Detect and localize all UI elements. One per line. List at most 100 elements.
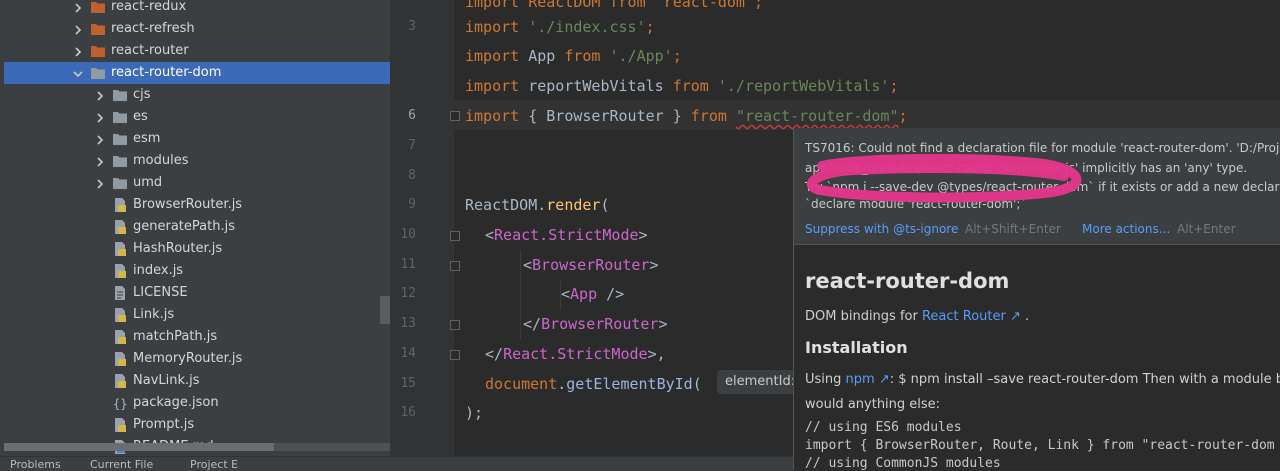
tree-item[interactable]: LICENSE — [4, 282, 390, 304]
external-link-icon: ↗ — [1010, 309, 1021, 324]
identifier-token: ReactDOM. — [465, 196, 547, 214]
tree-item[interactable]: cjs — [4, 84, 390, 106]
code-line-5[interactable]: import reportWebVitals from './reportWeb… — [465, 76, 899, 96]
tree-vertical-scrollbar[interactable] — [380, 296, 390, 324]
js-file-icon — [112, 197, 128, 213]
code-line-13[interactable]: </BrowserRouter> — [523, 314, 668, 334]
chevron-down-icon[interactable] — [72, 66, 84, 80]
code-line-12[interactable]: <App /> — [561, 284, 624, 304]
tree-item-label: LICENSE — [133, 285, 188, 300]
doc-text: Using — [805, 372, 842, 387]
punct-token: . — [557, 375, 567, 393]
error-string-token[interactable]: "react-router-dom" — [736, 107, 899, 125]
npm-link[interactable]: npm ↗ — [846, 372, 890, 387]
fold-marker[interactable] — [450, 261, 460, 271]
error-message-line: TS7016: Could not find a declaration fil… — [805, 141, 1280, 155]
tree-item-label: react-router-dom — [111, 65, 222, 80]
function-token: render — [546, 196, 601, 214]
tree-item[interactable]: react-router-dom — [4, 62, 390, 84]
tree-item[interactable]: Prompt.js — [4, 414, 390, 436]
react-router-link[interactable]: React Router ↗ — [922, 309, 1021, 324]
line-number: 6 — [408, 108, 416, 123]
punct-token: > — [649, 256, 659, 274]
more-actions-link[interactable]: More actions... — [1082, 222, 1170, 237]
tree-item-label: NavLink.js — [133, 373, 200, 388]
code-line-11[interactable]: <BrowserRouter> — [523, 255, 658, 275]
tree-item-label: Link.js — [133, 307, 175, 322]
code-line-16[interactable]: ); — [465, 403, 483, 423]
doc-code-line: // using CommonJS modules — [805, 456, 1001, 470]
punct-token: ; — [898, 107, 908, 125]
punct-token: ; — [672, 47, 682, 65]
line-number: 3 — [408, 19, 416, 34]
suppress-ts-ignore-action[interactable]: Suppress with @ts-ignore — [805, 222, 958, 237]
tree-item[interactable]: NavLink.js — [4, 370, 390, 392]
chevron-right-icon[interactable] — [72, 44, 84, 58]
tree-item[interactable]: Link.js — [4, 304, 390, 326]
text-file-icon — [112, 285, 128, 301]
jsx-tag-token: React.StrictMode — [503, 345, 648, 363]
string-token: './App' — [609, 47, 673, 65]
punct-token: < — [485, 226, 495, 244]
keyword-token: import — [465, 107, 520, 125]
doc-code-line: // using ES6 modules — [805, 420, 962, 435]
string-token: './reportWebVitals' — [717, 77, 890, 95]
chevron-right-icon[interactable] — [72, 0, 84, 14]
punct-token: < — [561, 285, 571, 303]
tree-item[interactable]: BrowserRouter.js — [4, 194, 390, 216]
code-line-10[interactable]: <React.StrictMode> — [485, 225, 648, 245]
fold-marker[interactable] — [450, 350, 460, 360]
link-text: npm — [845, 372, 875, 387]
tree-horizontal-scrollbar[interactable] — [4, 443, 274, 451]
chevron-right-icon[interactable] — [94, 88, 106, 102]
code-line-14[interactable]: </React.StrictMode>, — [485, 344, 666, 364]
tree-item[interactable]: react-redux — [4, 0, 390, 18]
tree-item[interactable]: react-refresh — [4, 18, 390, 40]
code-line-15[interactable]: document.getElementById( — [485, 374, 702, 394]
tree-item[interactable]: umd — [4, 172, 390, 194]
code-line-4[interactable]: import App from './App'; — [465, 46, 682, 66]
chevron-right-icon[interactable] — [94, 132, 106, 146]
tree-item[interactable]: matchPath.js — [4, 326, 390, 348]
chevron-right-icon[interactable] — [72, 22, 84, 36]
punct-token: /> — [597, 285, 625, 303]
fold-marker[interactable] — [450, 231, 460, 241]
jsx-tag-token: BrowserRouter — [541, 315, 659, 333]
identifier-token: { BrowserRouter } — [528, 107, 682, 125]
punct-token: </ — [523, 315, 542, 333]
current-file-tab[interactable]: Current File — [90, 458, 153, 471]
tree-item[interactable]: react-router — [4, 40, 390, 62]
code-line-9[interactable]: ReactDOM.render( — [465, 195, 610, 215]
code-line-6[interactable]: import { BrowserRouter } from "react-rou… — [465, 106, 908, 126]
problems-tab[interactable]: Problems — [10, 458, 61, 471]
tree-item[interactable]: generatePath.js — [4, 216, 390, 238]
tree-item-label: cjs — [133, 87, 151, 102]
tree-item[interactable]: MemoryRouter.js — [4, 348, 390, 370]
chevron-right-icon[interactable] — [94, 110, 106, 124]
tree-item[interactable]: es — [4, 106, 390, 128]
tree-item[interactable]: modules — [4, 150, 390, 172]
tree-item[interactable]: esm — [4, 128, 390, 150]
punct-token: >, — [647, 345, 666, 363]
fold-marker[interactable] — [450, 320, 460, 330]
fold-marker[interactable] — [450, 111, 460, 121]
tree-item[interactable]: index.js — [4, 260, 390, 282]
doc-text: . — [1020, 309, 1030, 324]
keyword-token: import — [465, 77, 520, 95]
folder-icon — [90, 65, 106, 81]
js-file-icon — [112, 307, 128, 323]
line-number: 7 — [408, 138, 416, 153]
code-line-3[interactable]: import './index.css'; — [465, 17, 655, 37]
code-line[interactable]: import ReactDOM from 'react-dom'; — [465, 0, 763, 12]
line-number: 16 — [400, 405, 416, 420]
parameter-hint-label: elementId: — [725, 374, 796, 389]
project-errors-tab[interactable]: Project E — [190, 458, 238, 471]
error-quickdoc-popup[interactable]: TS7016: Could not find a declaration fil… — [793, 128, 1280, 470]
tree-item[interactable]: {} package.json — [4, 392, 390, 414]
punct-token: < — [523, 256, 533, 274]
chevron-right-icon[interactable] — [94, 154, 106, 168]
tree-item[interactable]: HashRouter.js — [4, 238, 390, 260]
tree-item-label: generatePath.js — [133, 219, 235, 234]
js-file-icon — [112, 373, 128, 389]
chevron-right-icon[interactable] — [94, 176, 106, 190]
